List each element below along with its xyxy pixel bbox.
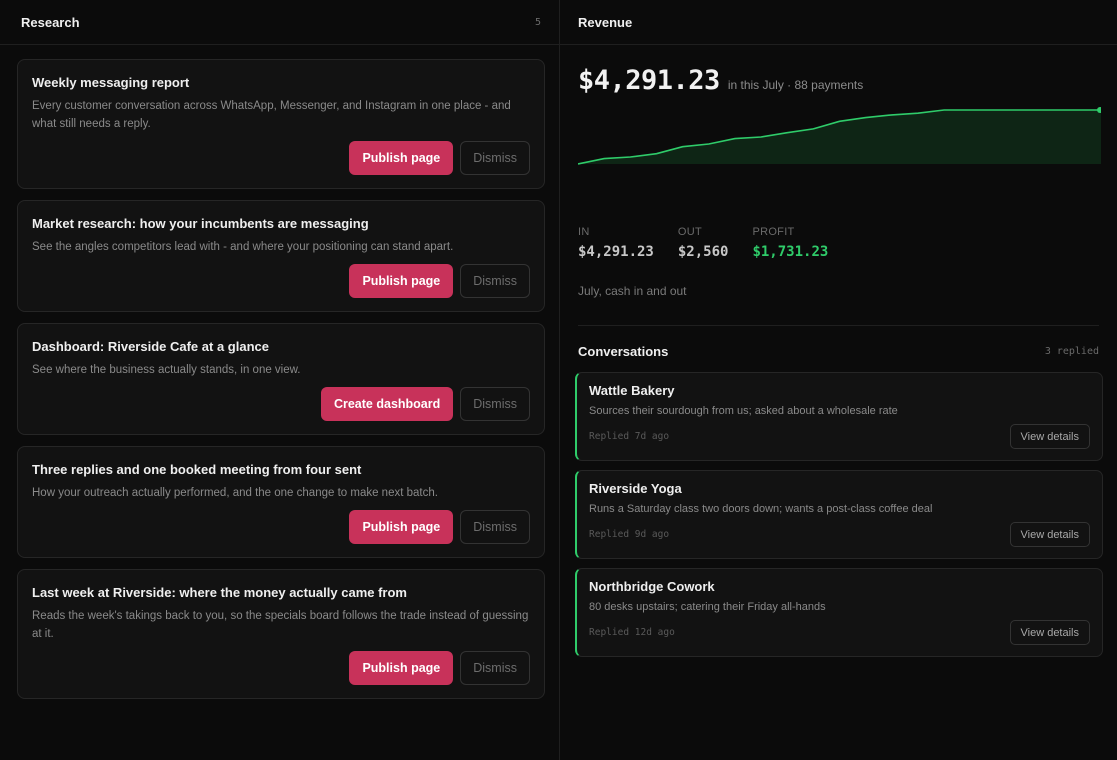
revenue-header: Revenue [560,0,1117,45]
card-title: Dashboard: Riverside Cafe at a glance [32,339,269,354]
conversation-item: Riverside Yoga Runs a Saturday class two… [575,470,1103,559]
conversation-timestamp: Replied 9d ago [589,529,670,540]
stat-in-label: IN [578,226,590,238]
card-title: Last week at Riverside: where the money … [32,585,407,600]
publish-page-button[interactable]: Publish page [349,141,454,175]
stat-profit-value: $1,731.23 [752,244,829,260]
conversation-timestamp: Replied 12d ago [589,627,675,638]
research-card: Market research: how your incumbents are… [17,200,545,312]
conversation-meta: Replied 7d ago View details [589,424,1090,449]
publish-page-button[interactable]: Publish page [349,651,454,685]
conversation-item: Northbridge Cowork 80 desks upstairs; ca… [575,568,1103,657]
card-title: Market research: how your incumbents are… [32,216,369,231]
dismiss-button[interactable]: Dismiss [460,510,530,544]
research-card: Three replies and one booked meeting fro… [17,446,545,558]
stat-in: IN $4,291.23 [578,226,654,260]
conversation-name: Northbridge Cowork [589,579,715,594]
card-title: Three replies and one booked meeting fro… [32,462,362,477]
conversation-meta: Replied 9d ago View details [589,522,1090,547]
research-card: Weekly messaging report Every customer c… [17,59,545,189]
view-details-button[interactable]: View details [1009,522,1090,547]
research-title: Research [21,14,80,30]
create-dashboard-button[interactable]: Create dashboard [320,387,454,421]
card-description: See where the business actually stands, … [32,364,301,376]
dismiss-button[interactable]: Dismiss [460,387,530,421]
research-header: Research 5 [0,0,559,45]
research-card-list: Weekly messaging report Every customer c… [0,45,559,699]
conversation-name: Riverside Yoga [589,481,682,496]
conversation-list: Wattle Bakery Sources their sourdough fr… [560,359,1117,657]
cashflow-stats: IN $4,291.23 OUT $2,560 PROFIT $1,731.23 [578,226,1099,260]
conversation-timestamp: Replied 7d ago [589,431,670,442]
card-title: Weekly messaging report [32,75,190,90]
revenue-caption: July, cash in and out [578,284,687,298]
app-root: Research 5 Weekly messaging report Every… [0,0,1117,760]
research-card: Dashboard: Riverside Cafe at a glance Se… [17,323,545,435]
card-actions: Publish page Dismiss [32,264,530,298]
conversation-description: 80 desks upstairs; catering their Friday… [589,601,826,613]
card-actions: Publish page Dismiss [32,651,530,685]
conversation-description: Sources their sourdough from us; asked a… [589,405,898,417]
dismiss-button[interactable]: Dismiss [460,264,530,298]
card-actions: Publish page Dismiss [32,141,530,175]
revenue-amount: $4,291.23 [578,65,720,96]
stat-profit-label: PROFIT [752,226,795,238]
dismiss-button[interactable]: Dismiss [460,651,530,685]
sparkline-area [578,110,1101,164]
card-description: Every customer conversation across Whats… [32,100,511,130]
stat-out-label: OUT [677,226,702,238]
card-actions: Create dashboard Dismiss [32,387,530,421]
research-count: 5 [534,16,541,28]
conversation-description: Runs a Saturday class two doors down; wa… [589,503,933,515]
card-description: See the angles competitors lead with - a… [32,241,454,253]
research-panel: Research 5 Weekly messaging report Every… [0,0,560,760]
revenue-panel: Revenue $4,291.23 in this July · 88 paym… [560,0,1117,760]
view-details-button[interactable]: View details [1009,424,1090,449]
revenue-headline: $4,291.23 in this July · 88 payments [578,65,1099,96]
conversation-name: Wattle Bakery [589,383,675,398]
stat-out: OUT $2,560 [678,226,729,260]
dismiss-button[interactable]: Dismiss [460,141,530,175]
conversations-count: 3 replied [1044,346,1099,357]
conversations-title: Conversations [578,344,669,359]
stat-in-value: $4,291.23 [578,244,654,260]
conversations-header: Conversations 3 replied [560,326,1117,359]
view-details-button[interactable]: View details [1009,620,1090,645]
publish-page-button[interactable]: Publish page [349,510,454,544]
research-card: Last week at Riverside: where the money … [17,569,545,699]
card-description: How your outreach actually performed, an… [32,487,438,499]
stat-out-value: $2,560 [677,244,729,260]
conversation-item: Wattle Bakery Sources their sourdough fr… [575,372,1103,461]
card-description: Reads the week's takings back to you, so… [32,610,529,640]
revenue-subtitle: in this July · 88 payments [727,78,864,92]
revenue-title: Revenue [578,14,633,30]
revenue-summary: $4,291.23 in this July · 88 payments IN … [560,45,1117,326]
stat-profit: PROFIT $1,731.23 [752,226,828,260]
publish-page-button[interactable]: Publish page [349,264,454,298]
revenue-sparkline [578,107,1101,165]
conversation-meta: Replied 12d ago View details [589,620,1090,645]
card-actions: Publish page Dismiss [32,510,530,544]
